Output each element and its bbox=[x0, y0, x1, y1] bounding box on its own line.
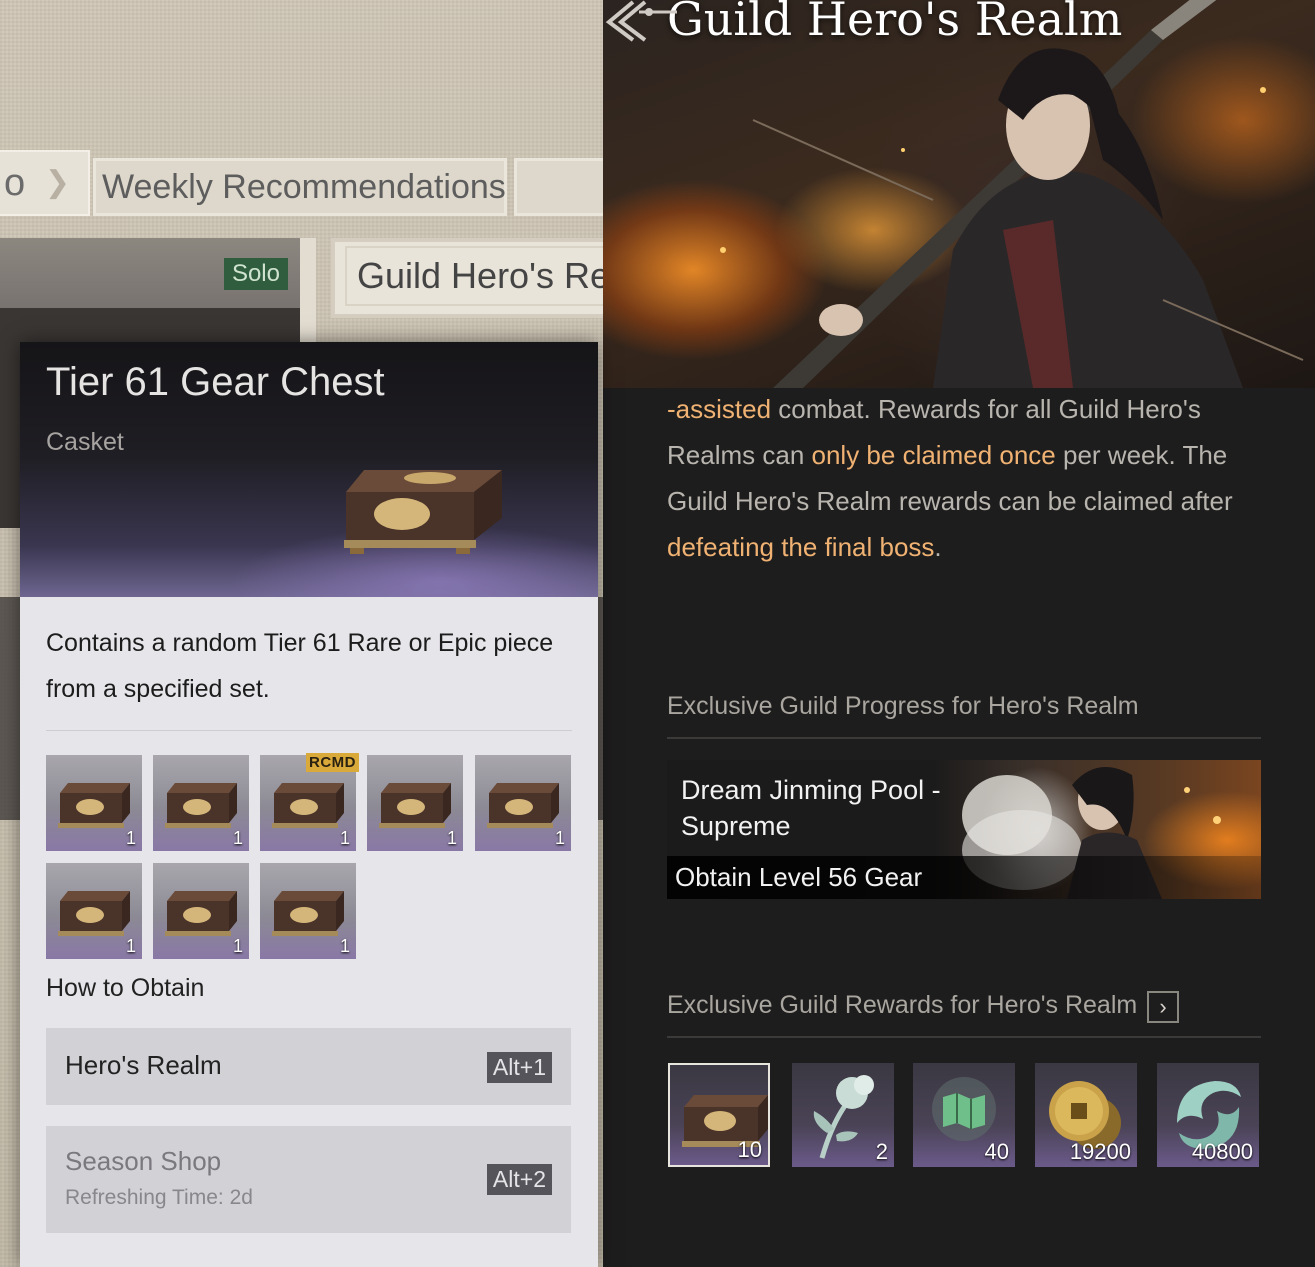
obtain-source-season-shop[interactable]: Season Shop Refreshing Time: 2d Alt+2 bbox=[46, 1126, 571, 1233]
chest-option[interactable]: RCMD 1 bbox=[260, 753, 359, 851]
desc-highlight-final-boss: defeating the final boss bbox=[667, 532, 935, 562]
chevron-right-icon: › bbox=[1159, 994, 1167, 1019]
progress-goal: Obtain Level 56 Gear bbox=[667, 856, 1261, 899]
tab-next[interactable] bbox=[514, 158, 614, 216]
activity-card-title: Guild Hero's Re bbox=[345, 246, 617, 306]
chest-qty: 1 bbox=[339, 828, 350, 848]
tooltip-divider bbox=[46, 730, 572, 731]
reward-item-flower[interactable]: 2 bbox=[792, 1063, 894, 1167]
recommended-badge: RCMD bbox=[306, 753, 359, 772]
reward-item-gear-chest[interactable]: 10 bbox=[668, 1063, 770, 1167]
desc-highlight-assisted: -assisted bbox=[667, 394, 772, 424]
realm-detail-panel: Guild Hero's Realm -assisted combat. Rew… bbox=[603, 0, 1315, 1267]
chest-qty: 1 bbox=[232, 936, 243, 956]
tab-previous[interactable]: o ❯ bbox=[0, 150, 90, 216]
realm-description: -assisted combat. Rewards for all Guild … bbox=[667, 386, 1267, 570]
rewards-divider bbox=[667, 1036, 1261, 1038]
progress-name: Dream Jinming Pool - Supreme bbox=[681, 775, 941, 841]
reward-qty: 2 bbox=[875, 1139, 888, 1164]
tab-weekly-recommendations[interactable]: Weekly Recommendations bbox=[93, 158, 507, 216]
reward-item-swirl[interactable]: 40800 bbox=[1157, 1063, 1259, 1167]
chest-qty: 1 bbox=[339, 936, 350, 956]
back-arrow-icon[interactable] bbox=[603, 0, 678, 42]
shortcut-key-badge: Alt+1 bbox=[486, 1052, 552, 1083]
tooltip-description: Contains a random Tier 61 Rare or Epic p… bbox=[46, 629, 554, 703]
tooltip-subtitle: Casket bbox=[46, 428, 124, 456]
reward-qty: 40800 bbox=[1191, 1139, 1253, 1164]
tooltip-header: Tier 61 Gear Chest Casket bbox=[20, 342, 598, 597]
chest-option[interactable]: 1 bbox=[367, 755, 463, 851]
reward-qty: 10 bbox=[737, 1137, 762, 1162]
shortcut-key-badge: Alt+2 bbox=[486, 1164, 552, 1195]
reward-item-map[interactable]: 40 bbox=[913, 1063, 1015, 1167]
chest-qty: 1 bbox=[125, 828, 136, 848]
chest-option[interactable]: 1 bbox=[153, 755, 249, 851]
chest-option[interactable]: 1 bbox=[153, 863, 249, 959]
chest-qty: 1 bbox=[232, 828, 243, 848]
obtain-source-label: Season Shop bbox=[65, 1146, 222, 1176]
obtain-source-heros-realm[interactable]: Hero's Realm Alt+1 bbox=[46, 1028, 571, 1105]
solo-badge: Solo bbox=[223, 258, 288, 290]
chest-option[interactable]: 1 bbox=[260, 863, 356, 959]
chest-option[interactable]: 1 bbox=[475, 755, 571, 851]
realm-title: Guild Hero's Realm bbox=[667, 0, 1123, 46]
gear-chest-icon bbox=[344, 470, 502, 554]
rewards-section-label: Exclusive Guild Rewards for Hero's Realm bbox=[667, 991, 1138, 1019]
progress-section-label: Exclusive Guild Progress for Hero's Real… bbox=[667, 692, 1139, 720]
how-to-obtain-title: How to Obtain bbox=[46, 974, 205, 1002]
recommendation-tabs: o ❯ Weekly Recommendations bbox=[0, 150, 614, 218]
rewards-details-button[interactable]: › bbox=[1147, 991, 1179, 1023]
item-tooltip: Tier 61 Gear Chest Casket Contains a ran… bbox=[20, 342, 598, 1267]
obtain-source-label: Hero's Realm bbox=[65, 1050, 222, 1080]
chest-qty: 1 bbox=[446, 828, 457, 848]
chest-option[interactable]: 1 bbox=[46, 863, 142, 959]
activity-card-guild-heros-realm[interactable]: Guild Hero's Re bbox=[331, 238, 621, 318]
reward-qty: 19200 bbox=[1069, 1139, 1131, 1164]
chest-qty: 1 bbox=[125, 936, 136, 956]
desc-text-3: . bbox=[934, 532, 942, 562]
chest-option[interactable]: 1 bbox=[46, 755, 142, 851]
desc-highlight-claimed-once: only be claimed once bbox=[811, 440, 1056, 470]
reward-qty: 40 bbox=[984, 1139, 1009, 1164]
tab-previous-label: o bbox=[4, 162, 26, 204]
chest-qty: 1 bbox=[554, 828, 565, 848]
activity-card-header: Solo bbox=[0, 238, 300, 308]
reward-item-coins[interactable]: 19200 bbox=[1035, 1063, 1137, 1167]
obtain-source-refresh-time: Refreshing Time: 2d bbox=[65, 1186, 253, 1209]
progress-divider bbox=[667, 737, 1261, 739]
guild-progress-card[interactable]: Dream Jinming Pool - Supreme Obtain Leve… bbox=[667, 760, 1261, 899]
tab-weekly-label: Weekly Recommendations bbox=[102, 168, 506, 206]
chevron-right-icon: ❯ bbox=[44, 166, 70, 199]
tooltip-title: Tier 61 Gear Chest bbox=[46, 360, 385, 404]
hero-artwork: Guild Hero's Realm bbox=[603, 0, 1315, 388]
